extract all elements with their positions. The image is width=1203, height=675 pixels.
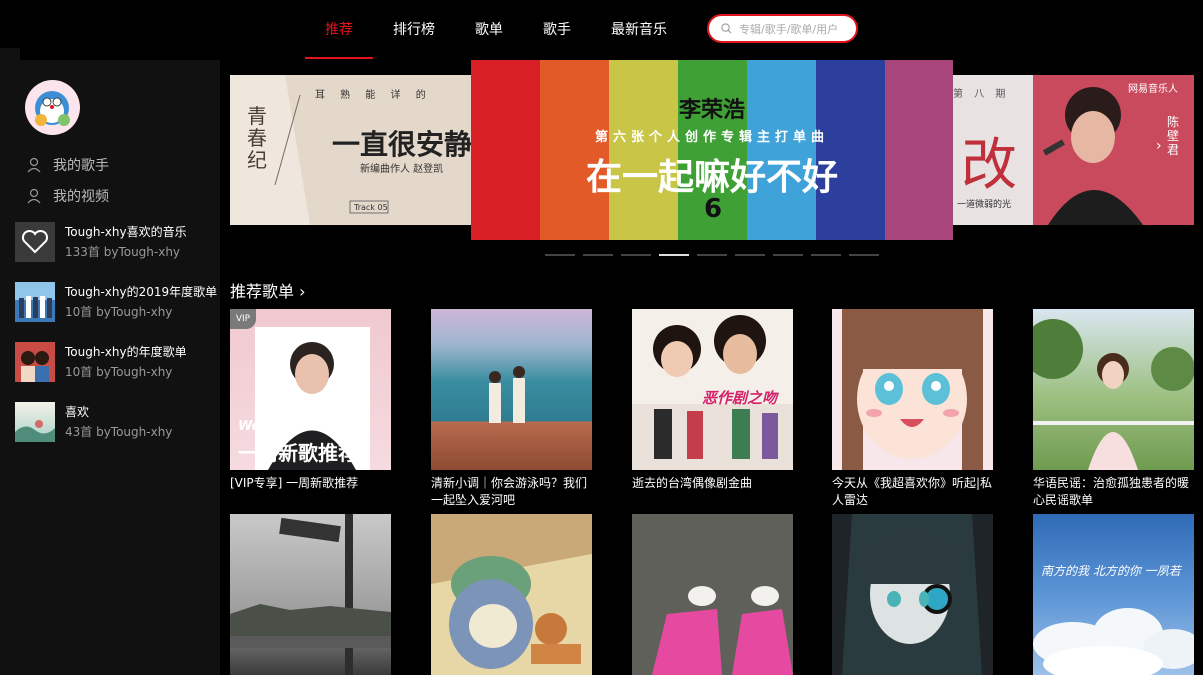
sidebar-playlist[interactable]: Tough-xhy的2019年度歌单 10首 byTough-xhy [15,282,218,322]
sidebar-playlist[interactable]: Tough-xhy喜欢的音乐 133首 byTough-xhy [15,222,215,262]
carousel-dot[interactable] [697,254,727,256]
banner-vertical-title: 青春纪 [247,104,267,172]
tab-artists[interactable]: 歌手 [523,0,591,58]
card-overlay-text: 恶作剧之吻 [702,389,778,407]
section-title-label: 推荐歌单 [230,282,295,301]
sidebar: 我的歌手 我的视频 Tough-xhy喜欢的音乐 133首 byTough-xh… [0,60,220,675]
user-icon [27,157,41,173]
avatar[interactable] [25,80,80,135]
playlist-meta: 133首 byTough-xhy [65,245,181,259]
playlist-name: Tough-xhy的2019年度歌单 [65,285,218,299]
playlist-card-title[interactable]: [VIP专享] 一周新歌推荐 [230,475,391,492]
sidebar-item-my-videos[interactable]: 我的视频 [26,186,109,206]
card-overlay-small: Weekly [238,419,291,434]
playlist-cover [15,402,55,442]
banner-artist: 李荣浩 [678,98,745,123]
carousel-dot-active[interactable] [659,254,689,256]
search-box[interactable] [707,14,858,43]
carousel-dot[interactable] [849,254,879,256]
banner-kicker: 耳 熟 能 详 的 [315,90,432,101]
banner-credit: 新编曲作人 赵登凯 [360,164,444,175]
banner-number: 6 [703,194,723,224]
playlist-name: 喜欢 [65,405,90,419]
tab-playlists[interactable]: 歌单 [455,0,523,58]
playlist-card-image [832,514,993,675]
banner-next-icon[interactable]: › [1156,138,1162,154]
banner-slide-left[interactable]: 青春纪 耳 熟 能 详 的 一直很安静 新编曲作人 赵登凯 Track 05 [230,75,471,225]
playlist-card-title[interactable]: 逝去的台湾偶像剧金曲 [632,475,793,492]
sidebar-item-label: 我的歌手 [53,158,109,174]
banner-subtitle: 第六张个人创作专辑主打单曲 [594,130,829,145]
playlist-card-image: 南方的我 北方的你 一夙若 [1033,514,1194,675]
tab-recommend[interactable]: 推荐 [305,0,373,58]
banner-track-label: Track 05 [354,203,388,212]
user-icon [27,188,41,204]
tab-charts[interactable]: 排行榜 [380,0,448,58]
carousel-dot[interactable] [773,254,803,256]
top-bar-edge [0,48,20,60]
carousel-dot[interactable] [811,254,841,256]
playlist-card-image [1033,309,1194,470]
banner-caption: 一道微弱的光 [957,200,1012,210]
playlist-meta: 10首 byTough-xhy [65,365,173,379]
heart-icon [21,229,49,254]
playlist-name: Tough-xhy喜欢的音乐 [65,225,187,239]
playlist-meta: 10首 byTough-xhy [65,305,173,319]
carousel-dot[interactable] [621,254,651,256]
playlist-meta: 43首 byTough-xhy [65,425,173,439]
playlist-cover [15,222,55,262]
sidebar-playlist[interactable]: Tough-xhy的年度歌单 10首 byTough-xhy [15,342,215,382]
playlist-card-image [431,514,592,675]
vip-badge: VIP [230,309,256,329]
banner-slide-active[interactable]: 李荣浩 第六张个人创作专辑主打单曲 在一起嘛好不好 6 [471,60,953,240]
search-icon [721,23,732,34]
playlist-card-title[interactable]: 清新小调｜你会游泳吗？我们一起坠入爱河吧 [431,475,592,509]
carousel-dot[interactable] [583,254,613,256]
carousel-dot[interactable] [545,254,575,256]
banner-headline: 一直很安静 [332,128,471,161]
playlist-card-title[interactable]: 华语民谣：治愈孤独患者的暖心民谣歌单 [1033,475,1194,509]
banner-brand: 网易音乐人 [1128,84,1178,95]
playlist-name: Tough-xhy的年度歌单 [65,345,187,359]
chevron-right-icon: › [299,282,306,301]
playlist-card-image [632,514,793,675]
card-overlay-text: 南方的我 北方的你 一夙若 [1041,564,1181,578]
carousel-dot[interactable] [735,254,765,256]
active-tab-underline [305,57,373,59]
playlist-cover [15,342,55,382]
sidebar-item-my-artists[interactable]: 我的歌手 [26,155,109,175]
playlist-card-image [832,309,993,470]
sidebar-item-label: 我的视频 [53,189,109,205]
section-title-recommended[interactable]: 推荐歌单 › [230,278,306,302]
playlist-card-title[interactable]: 今天从《我超喜欢你》听起|私人雷达 [832,475,993,509]
banner-kicker: 第 八 期 [953,89,1010,100]
playlist-card-image: 恶作剧之吻 [632,309,793,470]
search-input[interactable] [739,21,851,37]
banner-headline: 在一起嘛好不好 [585,157,838,198]
sidebar-playlist[interactable]: 喜欢 43首 byTough-xhy [15,402,215,442]
playlist-cover [15,282,55,322]
banner-vertical-text: 陈壁君 [1167,115,1180,157]
playlist-card-image [230,514,391,675]
banner-glyph: 改 [961,133,1017,198]
tab-new-music[interactable]: 最新音乐 [600,0,678,58]
playlist-card-image: VIP Weekly 一周新歌推荐 [230,309,391,470]
card-overlay-big: 一周新歌推荐 [238,441,358,465]
banner-slide-right[interactable]: 改 第 八 期 网易音乐人 一道微弱的光 陈壁君 › [953,75,1194,225]
playlist-card-image [431,309,592,470]
